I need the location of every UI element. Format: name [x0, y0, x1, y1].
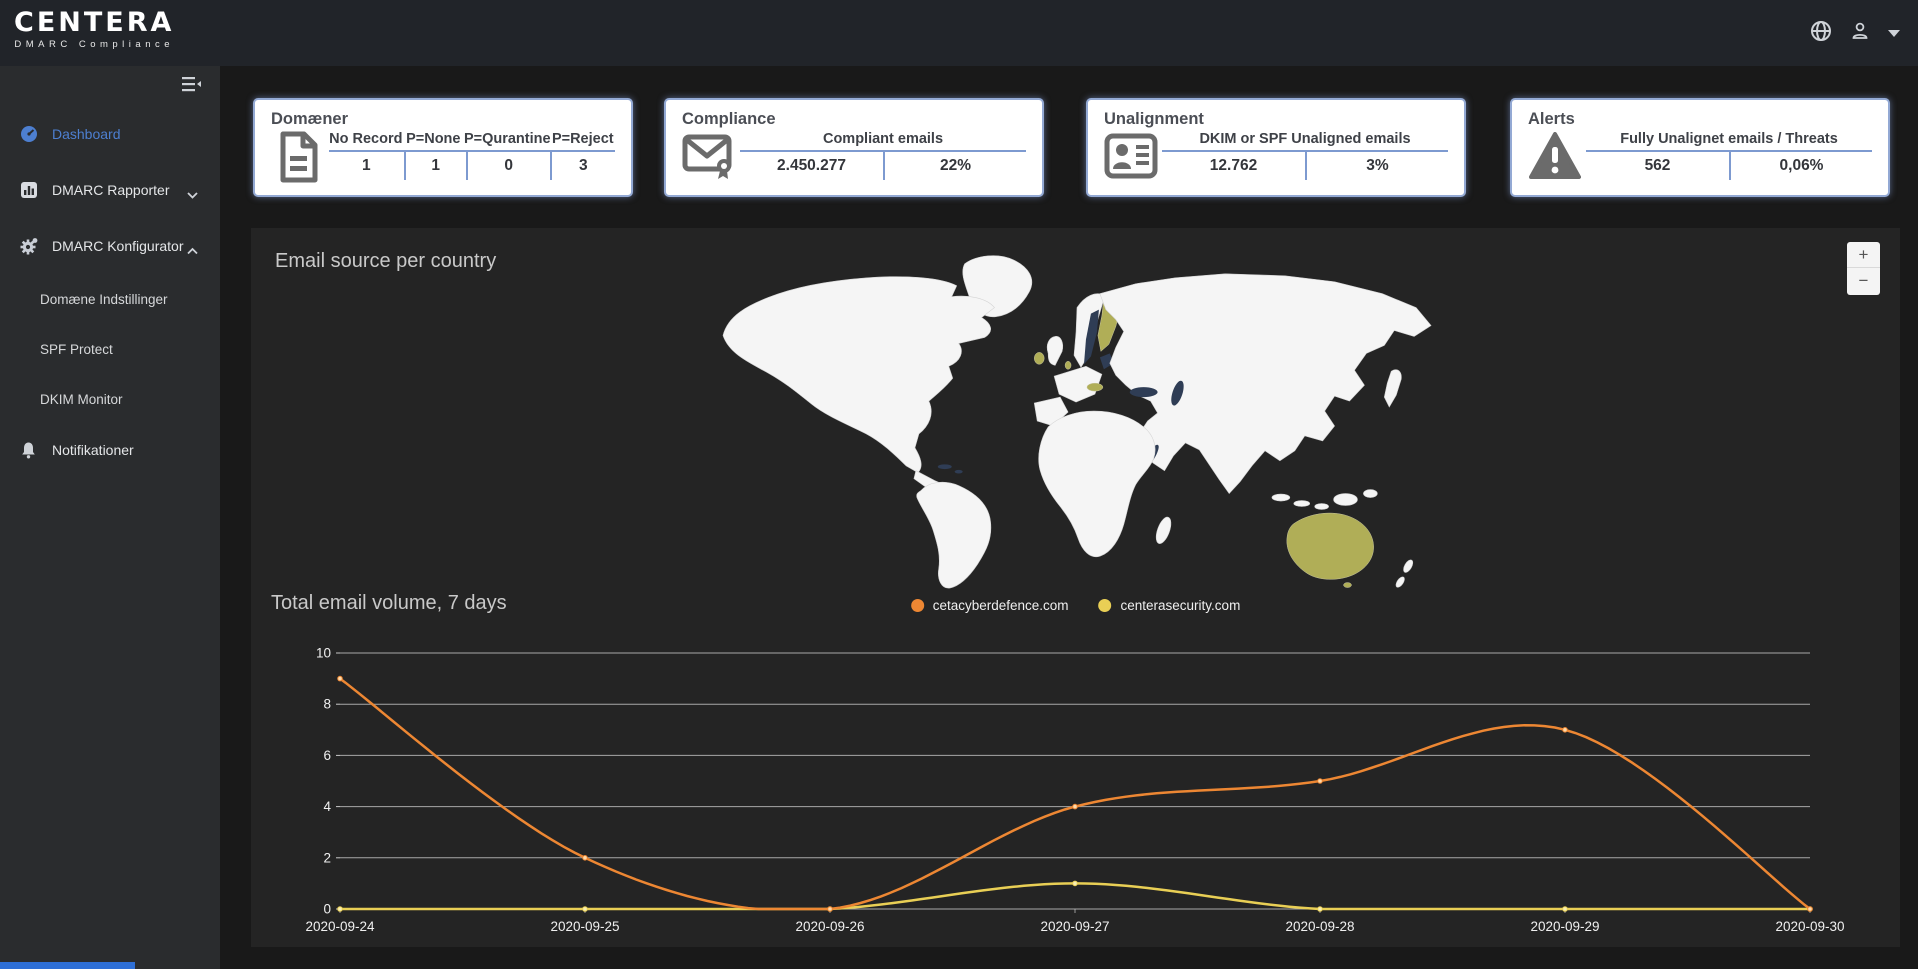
chart-legend: cetacyberdefence.com centerasecurity.com: [911, 598, 1241, 613]
sidebar-item-dmarc-konfigurator[interactable]: DMARC Konfigurator: [0, 218, 220, 274]
card-domains: Domæner No Record P=None P=Qurantine P=R…: [253, 98, 633, 197]
map-zoom-control: + −: [1847, 242, 1880, 295]
sidebar-collapse-icon[interactable]: [180, 74, 202, 94]
svg-text:4: 4: [323, 799, 331, 814]
sidebar-item-label: Dashboard: [52, 126, 121, 142]
map-zoom-out-button[interactable]: −: [1847, 268, 1880, 294]
svg-text:10: 10: [316, 646, 331, 661]
map-title: Email source per country: [275, 250, 496, 273]
legend-dot-yellow: [1099, 599, 1112, 612]
world-map-canvas[interactable]: [696, 236, 1466, 594]
sidebar-item-domaene-indstillinger[interactable]: Domæne Indstillinger: [0, 274, 220, 324]
top-bar: CENTERA DMARC Compliance: [0, 0, 1918, 66]
sidebar-item-dkim-monitor[interactable]: DKIM Monitor: [0, 374, 220, 424]
card-col-header: P=None: [403, 131, 464, 147]
chart-title: Total email volume, 7 days: [271, 592, 507, 615]
document-icon: [271, 131, 325, 183]
legend-item[interactable]: centerasecurity.com: [1099, 598, 1241, 613]
card-unalignment: Unalignment DKIM or SPF Unaligned emails…: [1086, 98, 1466, 197]
legend-label: cetacyberdefence.com: [933, 598, 1069, 613]
card-col-header: P=Reject: [551, 131, 615, 147]
card-header: Fully Unalignet emails / Threats: [1586, 131, 1872, 147]
svg-text:2020-09-29: 2020-09-29: [1530, 919, 1599, 934]
card-value: 2.450.277: [740, 152, 883, 180]
svg-text:2020-09-30: 2020-09-30: [1775, 919, 1844, 934]
card-value: 12.762: [1162, 152, 1305, 180]
horizontal-scrollbar-thumb[interactable]: [0, 962, 135, 969]
card-title: Compliance: [682, 110, 1026, 129]
card-alerts: Alerts Fully Unalignet emails / Threats …: [1510, 98, 1890, 197]
card-value: 1: [404, 152, 466, 180]
warning-triangle-icon: [1528, 131, 1582, 180]
brand-name: CENTERA: [14, 8, 174, 38]
card-percent: 3%: [1305, 152, 1448, 180]
id-card-icon: [1104, 131, 1158, 180]
card-value: 0: [466, 152, 550, 180]
map-zoom-in-button[interactable]: +: [1847, 242, 1880, 268]
brand-logo: CENTERA DMARC Compliance: [14, 8, 174, 50]
card-percent: 0,06%: [1729, 152, 1872, 180]
main-content: Domæner No Record P=None P=Qurantine P=R…: [220, 66, 1918, 969]
sidebar-item-dashboard[interactable]: Dashboard: [0, 106, 220, 162]
card-title: Unalignment: [1104, 110, 1448, 129]
card-percent: 22%: [883, 152, 1026, 180]
card-col-header: P=Qurantine: [464, 131, 551, 147]
email-volume-chart[interactable]: 0 2 4 6 8 10 2020-09-24 2020-09-25 2020-09-26 202…: [300, 636, 1860, 936]
sidebar-item-notifikationer[interactable]: Notifikationer: [0, 424, 220, 476]
svg-text:6: 6: [323, 748, 331, 763]
svg-text:2020-09-25: 2020-09-25: [550, 919, 619, 934]
dashboard-gauge-icon: [20, 125, 38, 143]
sidebar-item-dmarc-rapporter[interactable]: DMARC Rapporter: [0, 162, 220, 218]
sidebar-subitem-label: SPF Protect: [40, 342, 113, 357]
svg-text:2020-09-27: 2020-09-27: [1040, 919, 1109, 934]
certified-mail-icon: [682, 131, 736, 180]
sidebar-item-label: Notifikationer: [52, 442, 134, 458]
dashboard-panel: Email source per country + −: [251, 228, 1900, 947]
svg-text:2020-09-26: 2020-09-26: [795, 919, 864, 934]
globe-icon[interactable]: [1810, 20, 1832, 47]
card-header: Compliant emails: [740, 131, 1026, 147]
account-menu-caret-icon[interactable]: [1888, 30, 1900, 37]
brand-subtitle: DMARC Compliance: [14, 39, 174, 50]
sidebar-subitem-label: DKIM Monitor: [40, 392, 123, 407]
card-title: Domæner: [271, 110, 615, 129]
sidebar-item-spf-protect[interactable]: SPF Protect: [0, 324, 220, 374]
card-compliance: Compliance Compliant emails 2.450.277 22…: [664, 98, 1044, 197]
svg-text:2020-09-28: 2020-09-28: [1285, 919, 1354, 934]
svg-text:0: 0: [323, 902, 331, 917]
legend-label: centerasecurity.com: [1121, 598, 1241, 613]
svg-text:2020-09-24: 2020-09-24: [305, 919, 375, 934]
svg-text:8: 8: [323, 697, 331, 712]
gear-icon: [20, 237, 38, 255]
sidebar-subitem-label: Domæne Indstillinger: [40, 292, 168, 307]
legend-dot-orange: [911, 599, 924, 612]
card-value: 562: [1586, 152, 1729, 180]
card-header: DKIM or SPF Unaligned emails: [1162, 131, 1448, 147]
card-col-header: No Record: [329, 131, 403, 147]
bar-chart-icon: [20, 181, 38, 199]
user-icon[interactable]: [1850, 21, 1870, 46]
chevron-up-icon: [187, 242, 198, 258]
sidebar-item-label: DMARC Rapporter: [52, 182, 169, 198]
card-value: 3: [550, 152, 615, 180]
svg-text:2: 2: [323, 850, 331, 865]
card-title: Alerts: [1528, 110, 1872, 129]
card-value: 1: [329, 152, 404, 180]
legend-item[interactable]: cetacyberdefence.com: [911, 598, 1069, 613]
sidebar: Dashboard DMARC Rapporter: [0, 66, 220, 969]
chevron-down-icon: [187, 186, 198, 202]
sidebar-item-label: DMARC Konfigurator: [52, 238, 184, 254]
bell-icon: [20, 441, 38, 459]
